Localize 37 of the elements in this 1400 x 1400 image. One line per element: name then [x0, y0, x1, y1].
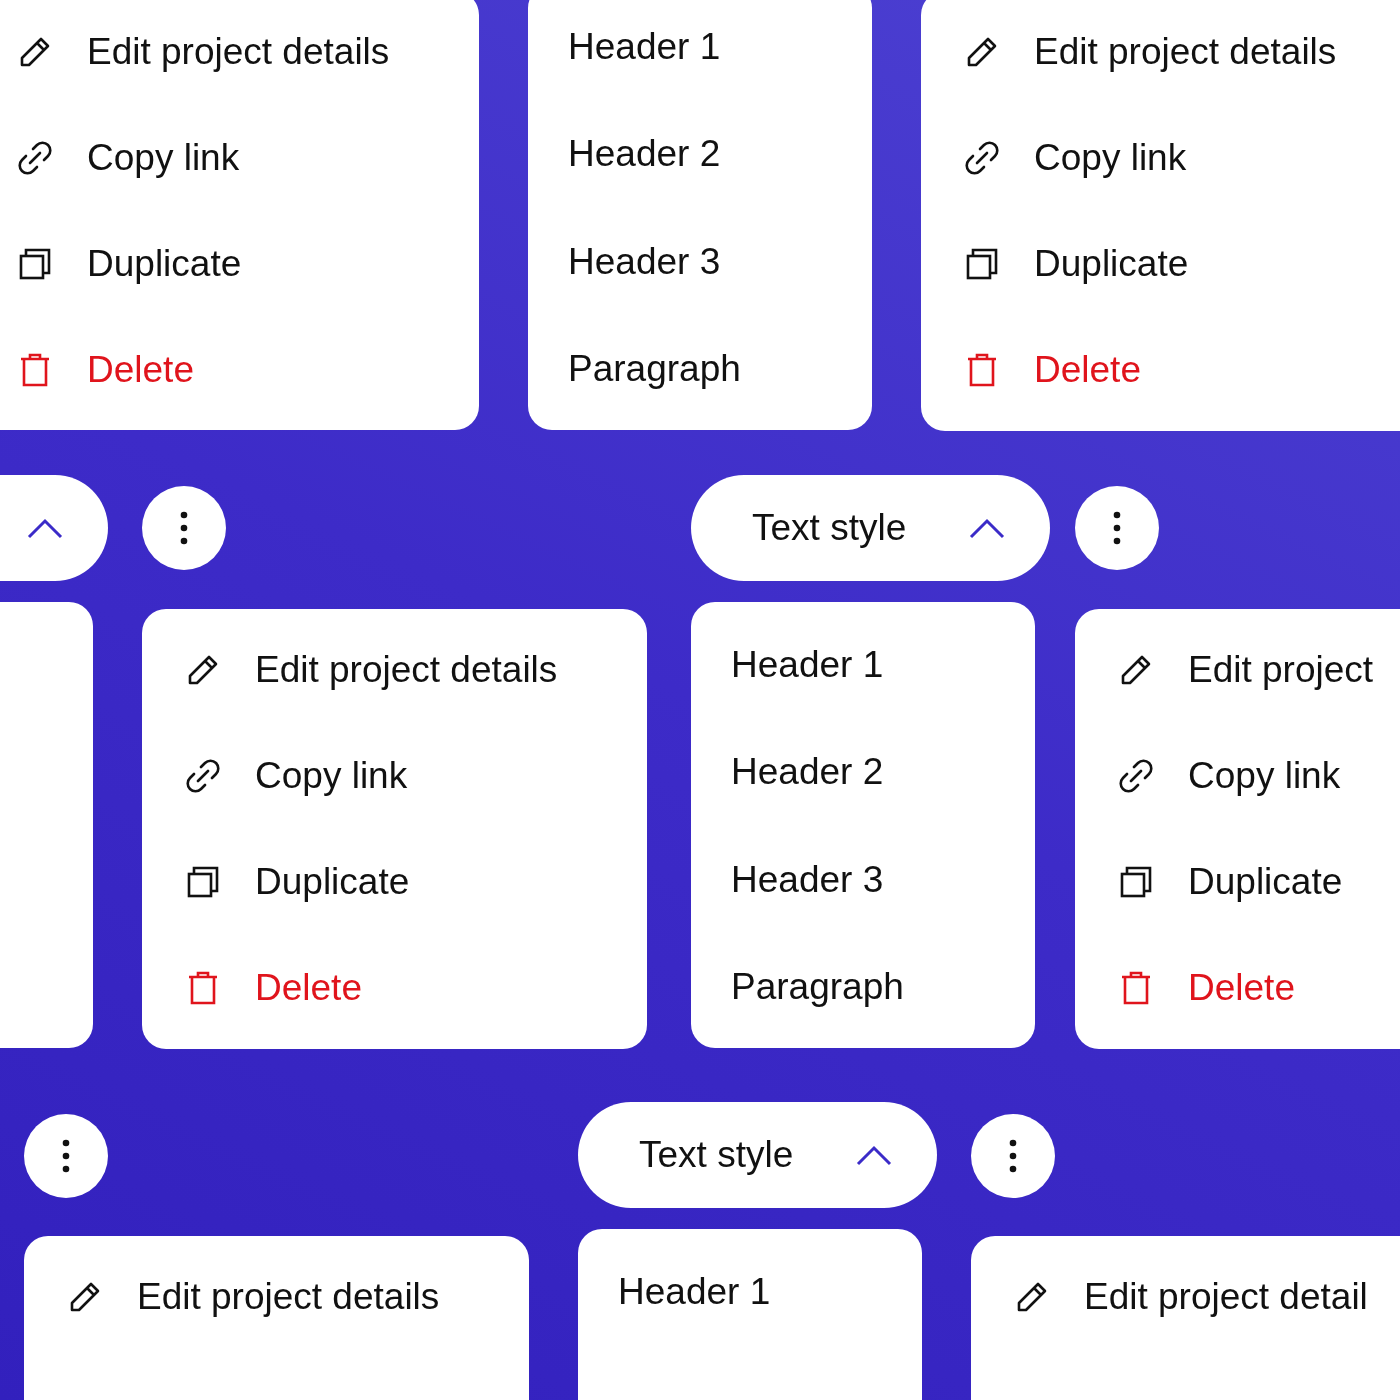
menu-item[interactable]: Paragraph — [568, 315, 832, 423]
menu-item[interactable]: Delete — [1116, 935, 1400, 1041]
menu-item[interactable]: Header 3 — [568, 208, 832, 316]
menu-item[interactable]: Edit project details — [65, 1244, 488, 1350]
menu-item[interactable]: Delete — [183, 935, 606, 1041]
menu-item[interactable]: Header 3 — [731, 826, 995, 934]
menu-item[interactable]: Edit project details — [183, 617, 606, 723]
menu-item[interactable]: Header 2 — [568, 100, 832, 208]
link-icon — [1116, 756, 1156, 796]
menu-item[interactable]: Paragraph — [731, 933, 995, 1041]
menu-item[interactable]: Delete — [962, 317, 1400, 423]
menu-item[interactable]: Edit project detail — [1012, 1244, 1400, 1350]
menu-item[interactable]: Edit project details — [962, 0, 1400, 105]
menu-item[interactable]: Header 1 — [568, 0, 832, 101]
more-icon — [1113, 511, 1121, 545]
menu-item[interactable]: Duplicate — [183, 829, 606, 935]
dropdown-button[interactable]: Text style — [578, 1102, 937, 1208]
more-icon — [180, 511, 188, 545]
menu-item[interactable]: Delete — [15, 317, 438, 423]
link-icon — [15, 138, 55, 178]
menu-item[interactable]: Copy link — [15, 105, 438, 211]
dropdown-button[interactable]: Text style — [691, 475, 1050, 581]
menu-item[interactable]: Edit project details — [15, 0, 438, 105]
menu-item[interactable]: Copy link — [962, 105, 1400, 211]
menu-item[interactable]: Copy link — [1116, 723, 1400, 829]
menu-item[interactable]: Duplicate — [1116, 829, 1400, 935]
link-icon — [962, 138, 1002, 178]
menu-item[interactable]: Header 1 — [618, 1238, 882, 1346]
menu-item[interactable]: Edit project — [1116, 617, 1400, 723]
menu-item[interactable]: Duplicate — [15, 211, 438, 317]
link-icon — [183, 756, 223, 796]
menu-item[interactable]: Header 1 — [731, 611, 995, 719]
menu-item[interactable]: Duplicate — [962, 211, 1400, 317]
menu-item[interactable]: Copy link — [183, 723, 606, 829]
more-icon — [62, 1139, 70, 1173]
menu-item[interactable]: Header 2 — [731, 718, 995, 826]
more-icon — [1009, 1139, 1017, 1173]
